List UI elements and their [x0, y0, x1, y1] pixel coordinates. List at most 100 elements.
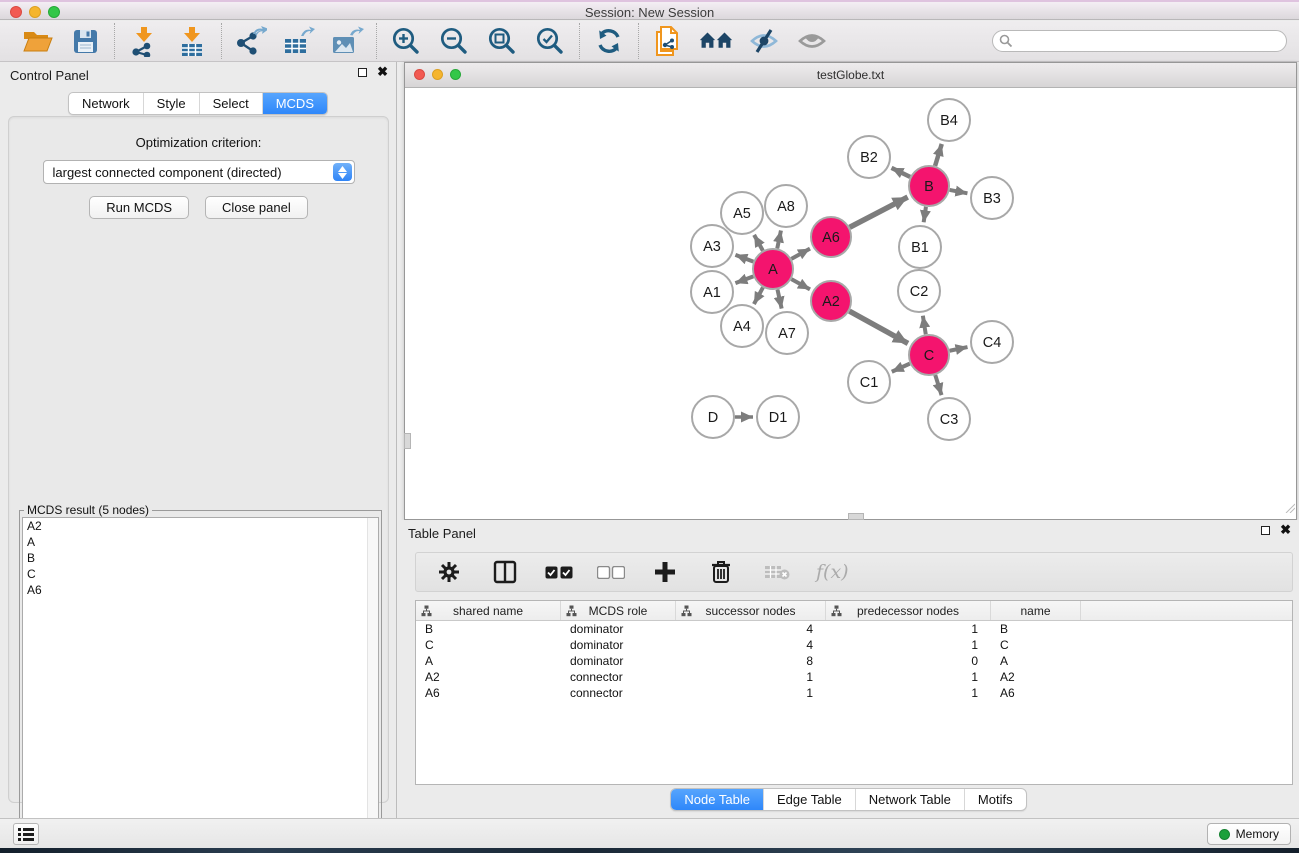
column-header-shared-name[interactable]: shared name	[416, 601, 561, 620]
zoom-in-icon[interactable]	[389, 24, 423, 58]
close-panel-icon[interactable]: ✖	[377, 67, 388, 77]
clone-network-icon[interactable]	[651, 24, 685, 58]
cell-successor-nodes[interactable]: 4	[676, 637, 826, 653]
cell-predecessor-nodes[interactable]: 1	[826, 685, 991, 701]
table-row[interactable]: Cdominator41C	[416, 637, 1292, 653]
network-window-titlebar[interactable]: testGlobe.txt	[405, 63, 1296, 88]
trash-icon[interactable]	[704, 555, 738, 589]
edge-B-B1[interactable]	[924, 207, 926, 222]
zoom-selected-icon[interactable]	[533, 24, 567, 58]
cell-MCDS-role[interactable]: dominator	[561, 621, 676, 637]
import-network-icon[interactable]	[127, 24, 161, 58]
gear-icon[interactable]	[432, 555, 466, 589]
cell-name[interactable]: A	[991, 653, 1081, 669]
column-header-successor-nodes[interactable]: successor nodes	[676, 601, 826, 620]
column-header-name[interactable]: name	[991, 601, 1081, 620]
cell-predecessor-nodes[interactable]: 0	[826, 653, 991, 669]
cell-successor-nodes[interactable]: 4	[676, 621, 826, 637]
zoom-fit-icon[interactable]	[485, 24, 519, 58]
cell-name[interactable]: C	[991, 637, 1081, 653]
cell-shared-name[interactable]: A2	[416, 669, 561, 685]
add-column-icon[interactable]	[648, 555, 682, 589]
close-panel-button[interactable]: Close panel	[205, 196, 308, 219]
mcds-result-item[interactable]: A6	[23, 582, 378, 598]
tab-network[interactable]: Network	[69, 93, 143, 114]
edge-B-B2[interactable]	[892, 168, 911, 177]
cell-MCDS-role[interactable]: dominator	[561, 653, 676, 669]
network-canvas[interactable]: B4B2BB3A5A8A6A3B1AC2A1A2A4A7C4CC1C3DD1	[405, 88, 1296, 519]
tab-style[interactable]: Style	[143, 93, 199, 114]
deselect-all-icon[interactable]	[596, 555, 626, 589]
table-row[interactable]: Bdominator41B	[416, 621, 1292, 637]
columns-icon[interactable]	[488, 555, 522, 589]
table-row[interactable]: A2connector11A2	[416, 669, 1292, 685]
search-input[interactable]	[992, 30, 1287, 52]
float-panel-icon[interactable]	[358, 68, 367, 77]
edge-A-A1[interactable]	[735, 276, 753, 283]
bottom-splitter-grip[interactable]	[848, 513, 864, 520]
export-network-icon[interactable]	[234, 24, 268, 58]
edge-C-C2[interactable]	[923, 316, 926, 335]
edge-C-C4[interactable]	[950, 347, 968, 351]
list-scrollbar[interactable]	[367, 518, 378, 842]
zoom-out-icon[interactable]	[437, 24, 471, 58]
edge-C-C3[interactable]	[935, 375, 941, 395]
node-table[interactable]: shared nameMCDS rolesuccessor nodesprede…	[415, 600, 1293, 785]
memory-button[interactable]: Memory	[1207, 823, 1291, 845]
cell-MCDS-role[interactable]: dominator	[561, 637, 676, 653]
cell-name[interactable]: B	[991, 621, 1081, 637]
tab-node-table[interactable]: Node Table	[671, 789, 763, 810]
mcds-result-item[interactable]: A	[23, 534, 378, 550]
edge-A6-B[interactable]	[850, 197, 908, 227]
export-table-icon[interactable]	[282, 24, 316, 58]
column-header-predecessor-nodes[interactable]: predecessor nodes	[826, 601, 991, 620]
edge-B-B4[interactable]	[935, 144, 942, 166]
tab-mcds[interactable]: MCDS	[262, 93, 327, 114]
cell-MCDS-role[interactable]: connector	[561, 669, 676, 685]
cell-successor-nodes[interactable]: 1	[676, 685, 826, 701]
criterion-select[interactable]: largest connected component (directed)	[43, 160, 355, 184]
mcds-result-item[interactable]: A2	[23, 518, 378, 534]
mcds-result-list[interactable]: A2ABCA6	[22, 517, 379, 843]
tab-edge-table[interactable]: Edge Table	[763, 789, 855, 810]
float-table-panel-icon[interactable]	[1261, 526, 1270, 535]
tab-network-table[interactable]: Network Table	[855, 789, 964, 810]
edge-A-A6[interactable]	[791, 249, 810, 259]
tab-select[interactable]: Select	[199, 93, 262, 114]
edge-C-C1[interactable]	[892, 364, 910, 372]
cell-predecessor-nodes[interactable]: 1	[826, 669, 991, 685]
import-table-icon[interactable]	[175, 24, 209, 58]
homes-icon[interactable]	[699, 24, 733, 58]
resize-handle-icon[interactable]	[1283, 500, 1295, 518]
cell-shared-name[interactable]: A6	[416, 685, 561, 701]
task-history-button[interactable]	[13, 823, 39, 845]
edge-A-A7[interactable]	[777, 290, 781, 309]
cell-successor-nodes[interactable]: 1	[676, 669, 826, 685]
close-table-panel-icon[interactable]: ✖	[1280, 525, 1291, 535]
mcds-result-item[interactable]: C	[23, 566, 378, 582]
save-session-icon[interactable]	[68, 24, 102, 58]
edge-A-A2[interactable]	[791, 279, 810, 289]
edge-A-A8[interactable]	[777, 230, 781, 248]
cell-successor-nodes[interactable]: 8	[676, 653, 826, 669]
cell-name[interactable]: A6	[991, 685, 1081, 701]
column-header-MCDS-role[interactable]: MCDS role	[561, 601, 676, 620]
cell-shared-name[interactable]: A	[416, 653, 561, 669]
left-splitter-grip[interactable]	[404, 433, 411, 449]
show-all-icon[interactable]	[795, 24, 829, 58]
cell-predecessor-nodes[interactable]: 1	[826, 637, 991, 653]
cell-MCDS-role[interactable]: connector	[561, 685, 676, 701]
table-row[interactable]: Adominator80A	[416, 653, 1292, 669]
cell-shared-name[interactable]: C	[416, 637, 561, 653]
select-all-icon[interactable]	[544, 555, 574, 589]
edge-A-A3[interactable]	[735, 255, 753, 262]
cell-shared-name[interactable]: B	[416, 621, 561, 637]
hide-selected-icon[interactable]	[747, 24, 781, 58]
cell-predecessor-nodes[interactable]: 1	[826, 621, 991, 637]
tab-motifs[interactable]: Motifs	[964, 789, 1026, 810]
edge-A-A4[interactable]	[754, 287, 763, 304]
open-session-icon[interactable]	[20, 24, 54, 58]
edge-A2-C[interactable]	[849, 311, 908, 343]
mcds-result-item[interactable]: B	[23, 550, 378, 566]
edge-A-A5[interactable]	[754, 235, 763, 251]
